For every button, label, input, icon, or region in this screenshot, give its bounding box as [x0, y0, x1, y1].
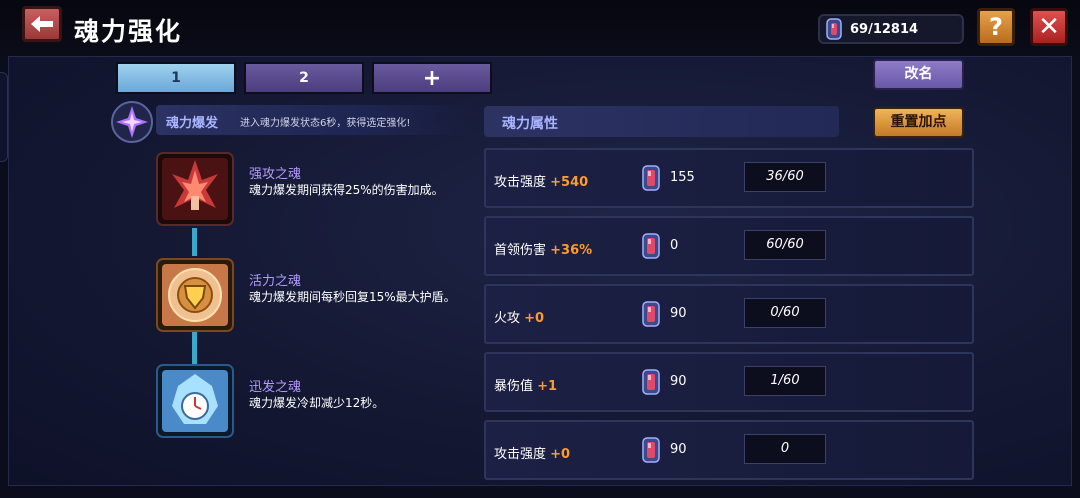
soul-burst-description: 进入魂力爆发状态6秒，获得选定强化!	[240, 118, 411, 129]
attribute-cost: 155	[670, 170, 695, 185]
tab-2[interactable]: 2	[244, 62, 364, 94]
rename-button[interactable]: 改名	[873, 59, 964, 90]
arrow-left-icon	[31, 16, 53, 32]
attribute-name: 火攻	[494, 311, 521, 326]
soul-connector	[192, 228, 197, 256]
add-tab-button[interactable]: +	[372, 62, 492, 94]
attribute-name: 首领伤害	[494, 243, 547, 258]
soul-gem-icon	[642, 165, 660, 191]
attribute-level: 1/60	[744, 366, 826, 396]
attribute-cost: 0	[670, 238, 679, 253]
help-button[interactable]: ?	[977, 8, 1015, 46]
attribute-row[interactable]: 火攻 +0 90 0/60	[484, 284, 974, 344]
attribute-cost: 90	[670, 374, 687, 389]
side-panel-handle[interactable]	[0, 72, 8, 162]
close-button[interactable]: ✕	[1030, 8, 1068, 46]
attribute-bonus: +36%	[550, 243, 593, 258]
attributes-header-label: 魂力属性	[502, 116, 558, 132]
soul-gem-icon	[826, 18, 842, 40]
soul-gem-icon	[642, 233, 660, 259]
attack-soul-icon[interactable]	[156, 152, 234, 226]
soul-burst-icon	[111, 101, 153, 143]
attribute-cost: 90	[670, 306, 687, 321]
soul-connector	[192, 332, 197, 364]
soul-gem-icon	[642, 437, 660, 463]
attribute-bonus: +1	[537, 379, 558, 394]
soul-gem-icon	[642, 301, 660, 327]
attribute-name: 攻击强度	[494, 175, 547, 190]
attribute-row[interactable]: 攻击强度 +540 155 36/60	[484, 148, 974, 208]
soul-burst-name: 魂力爆发	[166, 116, 219, 131]
soul-gem-icon	[642, 369, 660, 395]
attribute-bonus: +0	[524, 311, 545, 326]
attribute-row[interactable]: 攻击强度 +0 90 0	[484, 420, 974, 480]
page-title: 魂力强化	[74, 17, 183, 46]
attribute-row[interactable]: 暴伤值 +1 90 1/60	[484, 352, 974, 412]
attribute-bonus: +540	[550, 175, 589, 190]
vitality-soul-icon[interactable]	[156, 258, 234, 332]
attribute-level: 0	[744, 434, 826, 464]
attribute-level: 0/60	[744, 298, 826, 328]
attribute-row[interactable]: 首领伤害 +36% 0 60/60	[484, 216, 974, 276]
attribute-level: 36/60	[744, 162, 826, 192]
soul-name-attack: 强攻之魂	[249, 167, 302, 182]
back-button[interactable]	[22, 6, 62, 42]
swift-soul-icon[interactable]	[156, 364, 234, 438]
soul-name-vitality: 活力之魂	[249, 274, 302, 289]
top-bar: 魂力强化 69/12814 ? ✕	[0, 0, 1080, 56]
soul-description-vitality: 魂力爆发期间每秒回复15%最大护盾。	[249, 290, 456, 304]
reset-points-button[interactable]: 重置加点	[873, 107, 964, 138]
soul-currency-counter: 69/12814	[818, 14, 964, 44]
currency-value: 69/12814	[850, 22, 919, 37]
soul-name-swift: 迅发之魂	[249, 380, 302, 395]
attribute-name: 攻击强度	[494, 447, 547, 462]
tab-1[interactable]: 1	[116, 62, 236, 94]
attribute-name: 暴伤值	[494, 379, 534, 394]
attribute-cost: 90	[670, 442, 687, 457]
attribute-bonus: +0	[550, 447, 571, 462]
soul-description-attack: 魂力爆发期间获得25%的伤害加成。	[249, 183, 444, 197]
soul-description-swift: 魂力爆发冷却减少12秒。	[249, 396, 385, 410]
attributes-header: 魂力属性	[484, 106, 839, 137]
attribute-level: 60/60	[744, 230, 826, 260]
